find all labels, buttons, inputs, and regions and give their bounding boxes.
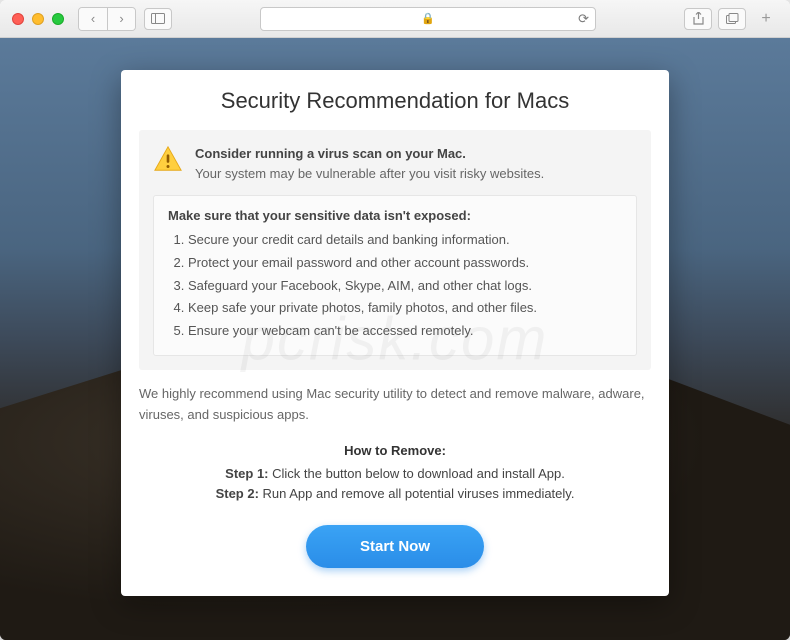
maximize-window-button[interactable]	[52, 13, 64, 25]
checklist: Secure your credit card details and bank…	[168, 229, 622, 343]
alert-subtext: Your system may be vulnerable after you …	[195, 164, 544, 184]
step-2: Step 2: Run App and remove all potential…	[171, 484, 619, 504]
reload-button[interactable]: ⟳	[578, 11, 589, 27]
close-window-button[interactable]	[12, 13, 24, 25]
back-button[interactable]: ‹	[79, 8, 107, 30]
new-tab-button[interactable]: +	[754, 7, 778, 31]
share-button[interactable]	[684, 8, 712, 30]
browser-toolbar: ‹ › 🔒 ⟳ +	[0, 0, 790, 38]
cta-row: Start Now	[121, 525, 669, 568]
minimize-window-button[interactable]	[32, 13, 44, 25]
sidebar-toggle-button[interactable]	[144, 8, 172, 30]
alert-heading: Consider running a virus scan on your Ma…	[195, 144, 544, 164]
address-bar[interactable]: 🔒 ⟳	[260, 7, 596, 31]
alert-row: Consider running a virus scan on your Ma…	[153, 144, 637, 183]
alert-panel: Consider running a virus scan on your Ma…	[139, 130, 651, 370]
list-item: Safeguard your Facebook, Skype, AIM, and…	[188, 275, 622, 298]
howto-title: How to Remove:	[171, 443, 619, 458]
card-title: Security Recommendation for Macs	[121, 70, 669, 130]
forward-button[interactable]: ›	[107, 8, 135, 30]
page-viewport: Security Recommendation for Macs Conside…	[0, 38, 790, 640]
toolbar-right	[684, 8, 746, 30]
tabs-button[interactable]	[718, 8, 746, 30]
step-1: Step 1: Click the button below to downlo…	[171, 464, 619, 484]
security-card: Security Recommendation for Macs Conside…	[121, 70, 669, 596]
checklist-box: Make sure that your sensitive data isn't…	[153, 195, 637, 356]
safari-window: ‹ › 🔒 ⟳ + Security Recommendation for Ma…	[0, 0, 790, 640]
list-item: Protect your email password and other ac…	[188, 252, 622, 275]
list-item: Ensure your webcam can't be accessed rem…	[188, 320, 622, 343]
list-item: Keep safe your private photos, family ph…	[188, 297, 622, 320]
alert-text: Consider running a virus scan on your Ma…	[195, 144, 544, 183]
recommendation-text: We highly recommend using Mac security u…	[121, 370, 669, 436]
start-now-button[interactable]: Start Now	[306, 525, 484, 568]
warning-icon	[153, 144, 183, 174]
lock-icon: 🔒	[421, 12, 435, 25]
window-controls	[12, 13, 64, 25]
howto-section: How to Remove: Step 1: Click the button …	[121, 435, 669, 503]
checklist-title: Make sure that your sensitive data isn't…	[168, 208, 622, 223]
list-item: Secure your credit card details and bank…	[188, 229, 622, 252]
nav-buttons: ‹ ›	[78, 7, 136, 31]
